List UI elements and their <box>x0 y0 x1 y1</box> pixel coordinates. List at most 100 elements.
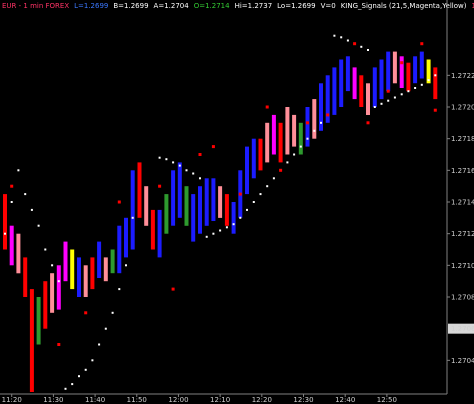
sar-dot <box>306 137 309 140</box>
price-bar <box>305 107 310 147</box>
sar-dot <box>192 172 195 175</box>
price-bar <box>171 170 176 226</box>
time-tick-label: 11:40 <box>85 396 105 404</box>
price-bar <box>312 99 317 139</box>
header-field: KING_Signals (21,5,Magenta,Yellow) <box>341 2 467 10</box>
sar-dot <box>434 74 437 77</box>
header-field: O=1.2714 <box>194 2 230 10</box>
price-bar <box>413 56 418 84</box>
header-field: V=0 <box>321 2 336 10</box>
time-tick-label: 12:00 <box>168 396 188 404</box>
price-bar <box>63 241 68 282</box>
sar-dot <box>125 264 127 267</box>
sar-dot <box>111 311 114 314</box>
sar-dot <box>313 129 316 132</box>
header-field: A=1.2704 <box>154 2 190 10</box>
sar-dot <box>400 93 403 96</box>
price-chart[interactable]: EUR - 1 min FOREX L=1.2699 B=1.2699 A=1.270… <box>0 0 474 404</box>
price-bar <box>144 186 149 226</box>
price-bar <box>386 51 391 92</box>
price-bar <box>77 257 81 297</box>
sar-dot <box>225 226 228 229</box>
sar-dot <box>71 383 74 386</box>
time-tick-label: 11:20 <box>2 396 22 404</box>
last-price-marker: 1.2706 <box>448 323 474 334</box>
signal-dot <box>420 42 424 46</box>
price-bar <box>177 162 182 218</box>
signal-dot <box>138 168 141 172</box>
price-bar <box>292 114 297 147</box>
price-tick-label: 1.2720 <box>451 104 474 112</box>
price-tick-label: 1.2722 <box>451 72 474 80</box>
price-tick-label: 1.2716 <box>451 167 474 175</box>
sar-dot <box>212 232 215 235</box>
sar-dot <box>17 169 20 172</box>
sar-dot <box>131 216 134 219</box>
price-bar <box>36 297 41 345</box>
price-tick-label: 1.2708 <box>451 294 474 302</box>
price-bar <box>184 186 189 226</box>
sar-dot <box>64 387 67 390</box>
price-bar <box>285 107 290 155</box>
sar-dot <box>165 158 168 161</box>
sar-dot <box>172 161 175 164</box>
sar-dot <box>420 83 423 86</box>
price-bar <box>198 186 202 234</box>
sar-dot <box>205 235 208 238</box>
price-bar <box>157 209 162 258</box>
sar-dot <box>333 34 336 37</box>
time-tick-label: 12:20 <box>252 396 272 404</box>
price-bar <box>419 51 424 79</box>
price-tick-label: 1.2718 <box>451 135 474 143</box>
price-bar <box>130 170 135 250</box>
price-bar <box>392 51 397 84</box>
price-bar <box>83 265 88 297</box>
sar-dot <box>387 99 390 102</box>
price-bar <box>103 257 108 282</box>
signal-dot <box>366 121 370 125</box>
price-bar <box>16 233 21 274</box>
sar-dot <box>78 375 80 378</box>
sar-dot <box>252 201 255 203</box>
sar-dot <box>199 177 201 180</box>
price-bar <box>372 67 377 107</box>
sar-dot <box>91 359 94 362</box>
signal-dot <box>353 42 357 46</box>
sar-dot <box>380 102 383 105</box>
sar-dot <box>24 193 27 196</box>
sar-dot <box>266 185 269 188</box>
price-bar <box>298 122 303 155</box>
price-bar <box>231 202 236 234</box>
sar-dot <box>219 229 222 232</box>
sar-dot <box>414 87 417 89</box>
price-bar <box>43 281 48 329</box>
price-bar <box>399 56 404 88</box>
sar-dot <box>393 96 396 99</box>
price-bar <box>379 59 384 100</box>
signal-dot <box>10 184 14 188</box>
price-bar <box>124 217 128 258</box>
sar-dot <box>232 223 235 226</box>
price-bar <box>110 249 115 274</box>
sar-dot <box>299 145 302 148</box>
price-bar <box>3 194 7 250</box>
price-bar <box>164 194 169 234</box>
price-bar <box>90 257 95 290</box>
time-tick-label: 12:30 <box>293 396 313 404</box>
sar-dot <box>373 106 376 108</box>
price-tick-label: 1.2710 <box>451 262 474 270</box>
time-tick-label: 11:30 <box>43 396 63 404</box>
price-bar <box>211 178 216 221</box>
price-bar <box>352 67 357 100</box>
price-tick-label: 1.2714 <box>451 199 474 207</box>
header-field: Hi=1.2737 <box>235 2 273 10</box>
price-bar <box>50 273 55 313</box>
sar-dot <box>4 232 6 235</box>
signal-dot <box>84 311 88 315</box>
signal-dot <box>117 200 121 204</box>
price-tick-label: 1.2704 <box>451 357 474 365</box>
sar-dot <box>272 177 275 180</box>
signal-dot <box>326 113 330 117</box>
sar-dot <box>367 49 369 51</box>
time-tick-label: 12:50 <box>377 396 397 404</box>
